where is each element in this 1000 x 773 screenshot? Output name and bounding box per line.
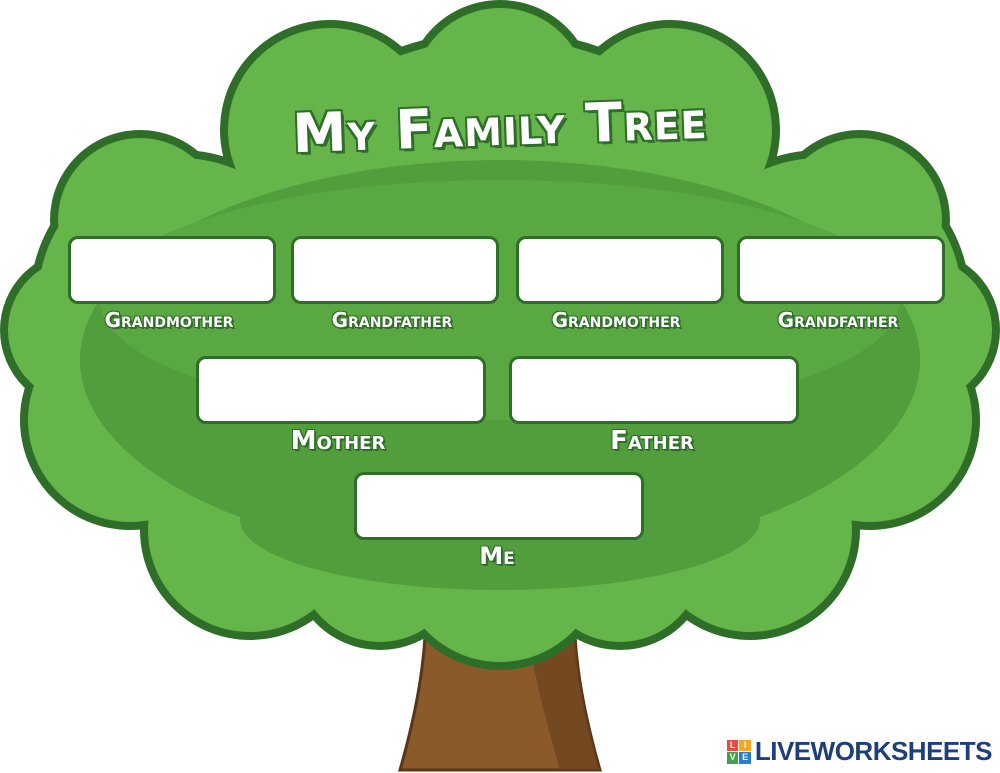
label-me: Me: [479, 542, 515, 570]
brand-logo: L I V E LIVEWORKSHEETS: [726, 736, 993, 767]
label-grandfather-2: Grandfather: [777, 308, 899, 332]
name-box-grandmother-1[interactable]: [68, 236, 276, 304]
name-box-grandfather-1[interactable]: [291, 236, 499, 304]
name-box-father[interactable]: [509, 356, 799, 424]
brand-logo-icon: L I V E: [726, 739, 751, 764]
brand-name: LIVEWORKSHEETS: [754, 736, 993, 766]
name-box-me[interactable]: [354, 472, 644, 540]
label-grandmother-1: Grandmother: [104, 308, 234, 332]
name-box-grandfather-2[interactable]: [737, 236, 945, 304]
name-box-mother[interactable]: [196, 356, 486, 424]
label-grandmother-2: Grandmother: [551, 308, 681, 332]
label-mother: Mother: [290, 426, 386, 456]
label-grandfather-1: Grandfather: [331, 308, 453, 332]
name-box-grandmother-2[interactable]: [516, 236, 724, 304]
label-father: Father: [610, 426, 694, 456]
